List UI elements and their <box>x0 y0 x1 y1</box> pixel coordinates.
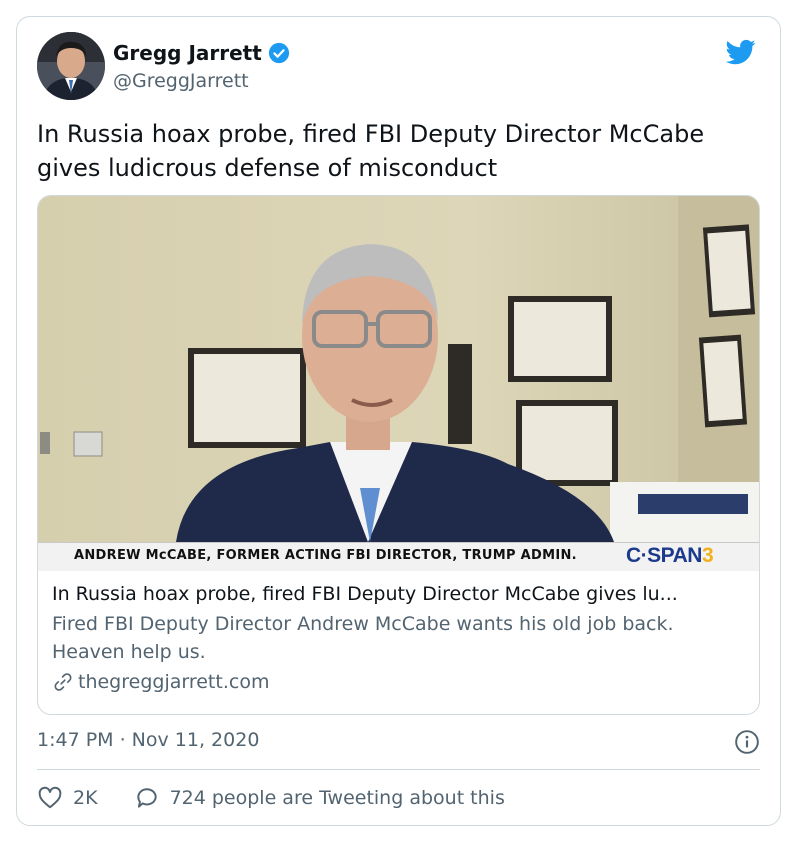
like-count: 2K <box>73 787 98 809</box>
author-name[interactable]: Gregg Jarrett <box>113 41 262 65</box>
avatar[interactable] <box>37 32 105 100</box>
tweet-actions: 2K 724 people are Tweeting about this <box>37 785 505 811</box>
link-icon <box>54 673 72 691</box>
reply-text: 724 people are Tweeting about this <box>169 787 505 809</box>
link-preview-card[interactable]: ANDREW McCABE, FORMER ACTING FBI DIRECTO… <box>37 195 760 715</box>
heart-icon <box>38 786 62 809</box>
cspan-logo-number: 3 <box>701 544 714 567</box>
author-handle[interactable]: @GreggJarrett <box>113 70 249 92</box>
link-card-domain[interactable]: thegreggjarrett.com <box>78 668 269 696</box>
info-icon[interactable] <box>734 729 760 755</box>
cspan-logo: C·SPAN3 <box>626 544 714 568</box>
tweet-text: In Russia hoax probe, fired FBI Deputy D… <box>37 120 705 182</box>
link-card-title[interactable]: In Russia hoax probe, fired FBI Deputy D… <box>52 580 742 608</box>
lower-third-caption: ANDREW McCABE, FORMER ACTING FBI DIRECTO… <box>74 548 577 563</box>
link-card-domain-row[interactable]: thegreggjarrett.com <box>52 668 742 696</box>
link-thumbnail <box>38 196 759 570</box>
cspan-logo-text: C·SPAN <box>626 544 702 567</box>
author-name-row[interactable]: Gregg Jarrett <box>113 41 290 65</box>
tweet-timestamp[interactable]: 1:47 PM · Nov 11, 2020 <box>37 729 259 751</box>
divider <box>37 769 760 770</box>
video-lower-third: ANDREW McCABE, FORMER ACTING FBI DIRECTO… <box>38 542 759 571</box>
verified-badge-icon <box>268 42 289 64</box>
like-button[interactable]: 2K <box>37 785 98 811</box>
link-card-body[interactable]: In Russia hoax probe, fired FBI Deputy D… <box>52 580 742 696</box>
reply-icon <box>136 788 157 808</box>
tweet-embed-card: Gregg Jarrett @GreggJarrett In Russia ho… <box>16 16 781 826</box>
twitter-bird-icon[interactable] <box>726 37 756 67</box>
reply-button[interactable]: 724 people are Tweeting about this <box>134 785 505 811</box>
link-card-description: Fired FBI Deputy Director Andrew McCabe … <box>52 613 674 663</box>
